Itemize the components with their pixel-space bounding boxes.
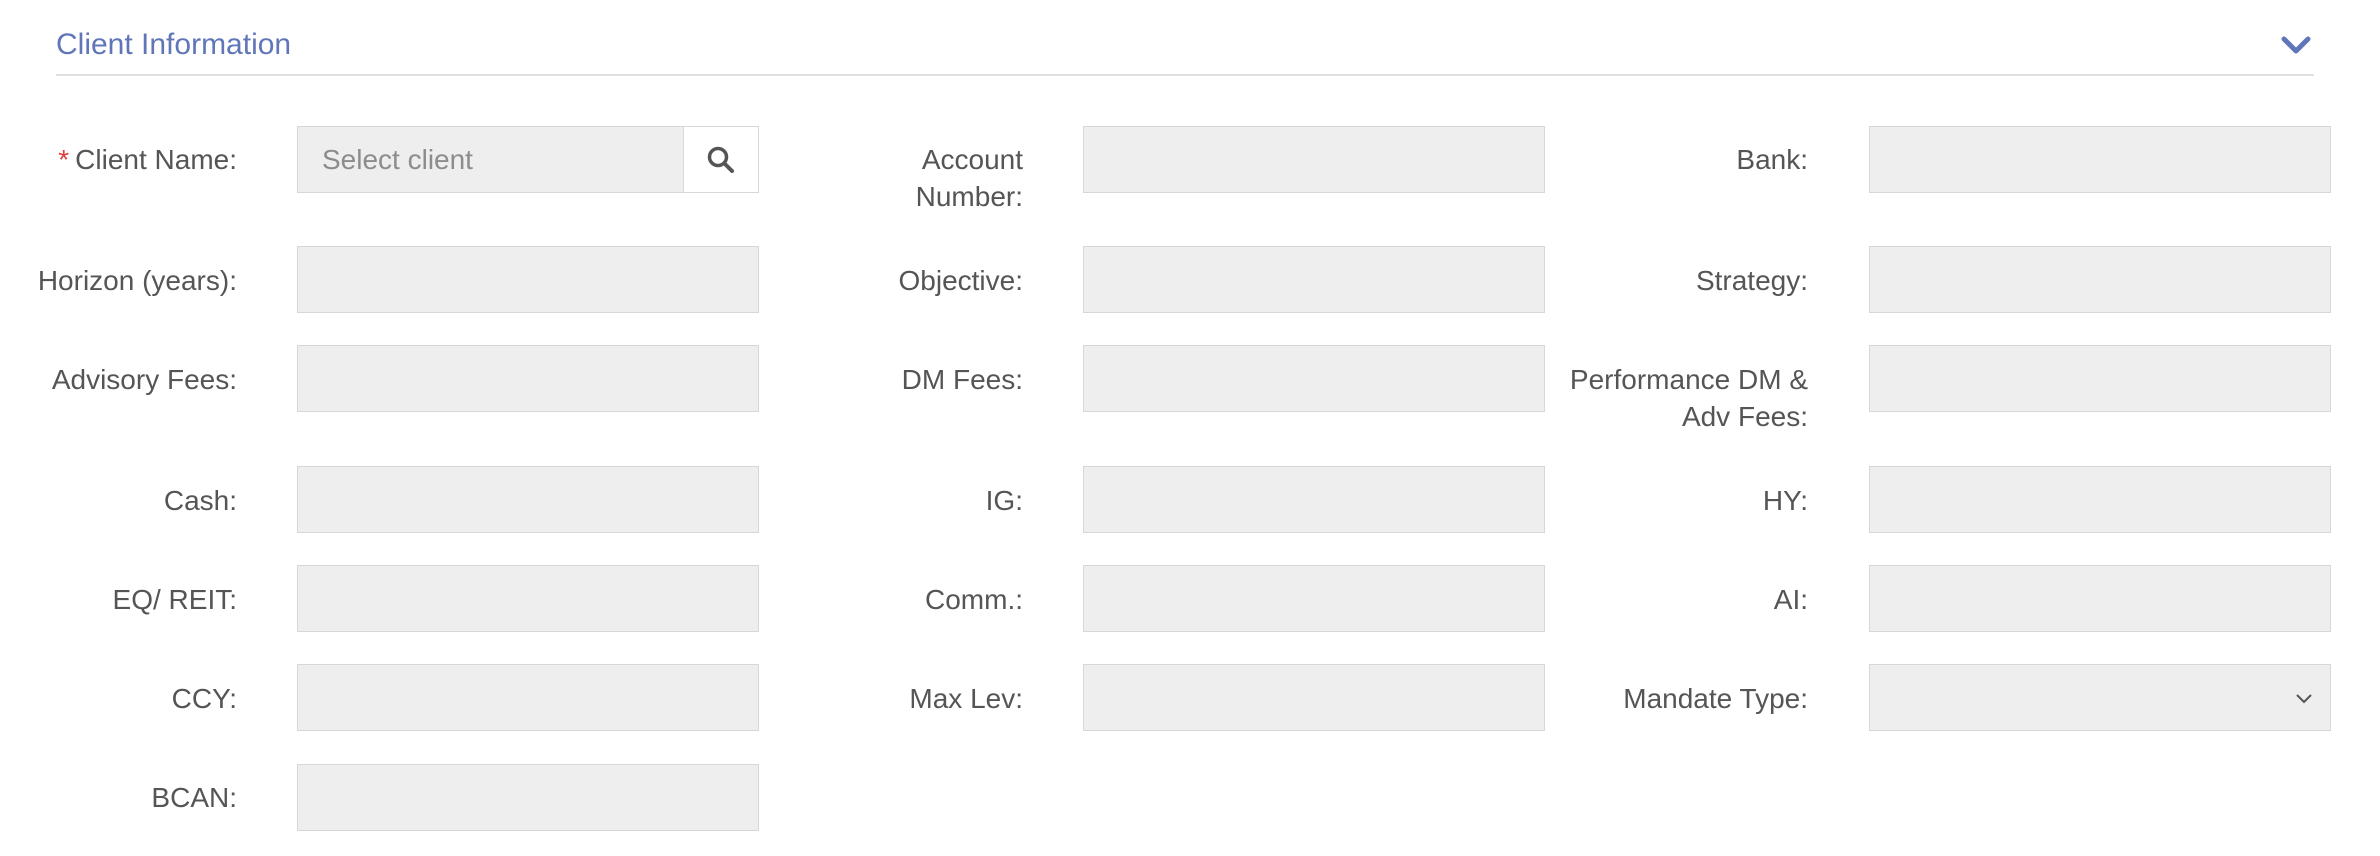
advisory-fees-field[interactable] (297, 345, 759, 412)
hy-input[interactable] (1870, 467, 2330, 532)
ig-label: IG: (985, 485, 1023, 516)
strategy-input[interactable] (1870, 247, 2330, 312)
section-title: Client Information (56, 28, 292, 61)
ai-field[interactable] (1869, 565, 2331, 632)
ai-label: AI: (1773, 584, 1808, 615)
hy-label: HY: (1762, 485, 1808, 516)
account-number-input[interactable] (1084, 127, 1544, 192)
ccy-input[interactable] (298, 665, 758, 730)
horizon-field[interactable] (297, 246, 759, 313)
horizon-input[interactable] (298, 247, 758, 312)
horizon-label: Horizon (years): (37, 265, 237, 296)
bank-label: Bank: (1736, 144, 1808, 175)
hy-field[interactable] (1869, 466, 2331, 533)
dm-fees-label: DM Fees: (901, 364, 1023, 395)
dm-fees-input[interactable] (1084, 346, 1544, 411)
eq-reit-label: EQ/ REIT: (112, 584, 237, 615)
strategy-label: Strategy: (1695, 265, 1808, 296)
comm-label: Comm.: (925, 584, 1023, 615)
eq-reit-input[interactable] (298, 566, 758, 631)
ccy-label: CCY: (171, 683, 237, 714)
client-name-input[interactable] (298, 127, 683, 192)
ai-input[interactable] (1870, 566, 2330, 631)
cash-input[interactable] (298, 467, 758, 532)
max-lev-input[interactable] (1084, 665, 1544, 730)
ccy-field[interactable] (297, 664, 759, 731)
mandate-type-label: Mandate Type: (1623, 683, 1808, 714)
advisory-fees-input[interactable] (298, 346, 758, 411)
ig-field[interactable] (1083, 466, 1545, 533)
account-number-field[interactable] (1083, 126, 1545, 193)
dm-fees-field[interactable] (1083, 345, 1545, 412)
required-marker: * (58, 144, 70, 175)
bcan-label: BCAN: (151, 782, 237, 813)
strategy-field[interactable] (1869, 246, 2331, 313)
client-name-label-text: Client Name: (75, 144, 237, 175)
objective-input[interactable] (1084, 247, 1544, 312)
objective-label: Objective: (898, 265, 1024, 296)
section-header: Client Information (56, 20, 2314, 76)
performance-fees-input[interactable] (1870, 346, 2330, 411)
bank-field[interactable] (1869, 126, 2331, 193)
bcan-input[interactable] (298, 765, 758, 830)
ig-input[interactable] (1084, 467, 1544, 532)
performance-fees-label: Performance DM & Adv Fees: (1569, 364, 1808, 432)
objective-field[interactable] (1083, 246, 1545, 313)
cash-label: Cash: (163, 485, 237, 516)
eq-reit-field[interactable] (297, 565, 759, 632)
chevron-down-icon (2281, 36, 2311, 54)
comm-input[interactable] (1084, 566, 1544, 631)
max-lev-label: Max Lev: (909, 683, 1023, 714)
collapse-toggle-button[interactable] (2278, 30, 2314, 60)
advisory-fees-label: Advisory Fees: (51, 364, 237, 395)
comm-field[interactable] (1083, 565, 1545, 632)
account-number-label: Account Number: (915, 144, 1023, 212)
performance-fees-field[interactable] (1869, 345, 2331, 412)
client-name-label: * Client Name: (20, 141, 237, 178)
chevron-down-icon (2296, 694, 2312, 704)
bcan-field[interactable] (297, 764, 759, 831)
bank-input[interactable] (1870, 127, 2330, 192)
client-search-button[interactable] (683, 126, 759, 193)
cash-field[interactable] (297, 466, 759, 533)
search-icon (707, 146, 734, 173)
mandate-type-select[interactable] (1869, 664, 2331, 731)
max-lev-field[interactable] (1083, 664, 1545, 731)
client-name-field[interactable] (297, 126, 683, 193)
